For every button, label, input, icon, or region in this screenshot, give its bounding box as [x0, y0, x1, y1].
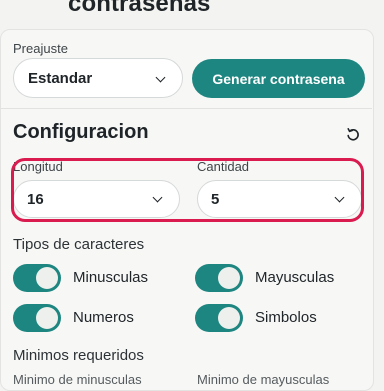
preset-select[interactable]: Estandar	[13, 58, 183, 98]
uppercase-label: Mayusculas	[255, 269, 335, 286]
toggle-knob	[36, 307, 58, 329]
refresh-icon[interactable]	[345, 127, 361, 143]
preset-label: Preajuste	[13, 41, 68, 56]
lowercase-toggle[interactable]	[13, 264, 61, 292]
symbols-label: Simbolos	[255, 309, 317, 326]
generate-password-button[interactable]: Generar contrasena	[192, 59, 365, 98]
minimums-title: Minimos requeridos	[13, 347, 144, 364]
toggle-knob	[36, 267, 58, 289]
uppercase-toggle[interactable]	[195, 264, 243, 292]
toggle-knob	[218, 307, 240, 329]
preset-select-value: Estandar	[28, 69, 93, 87]
numbers-label: Numeros	[73, 309, 134, 326]
page-title: contrasenas	[68, 0, 211, 17]
char-types-title: Tipos de caracteres	[13, 236, 145, 253]
symbols-toggle[interactable]	[195, 304, 243, 332]
numbers-toggle[interactable]	[13, 304, 61, 332]
toggle-knob	[218, 267, 240, 289]
lowercase-label: Minusculas	[73, 269, 149, 286]
chevron-down-icon	[155, 72, 166, 83]
config-title: Configuracion	[13, 121, 149, 143]
divider	[0, 108, 372, 109]
highlight-annotation	[11, 158, 364, 222]
